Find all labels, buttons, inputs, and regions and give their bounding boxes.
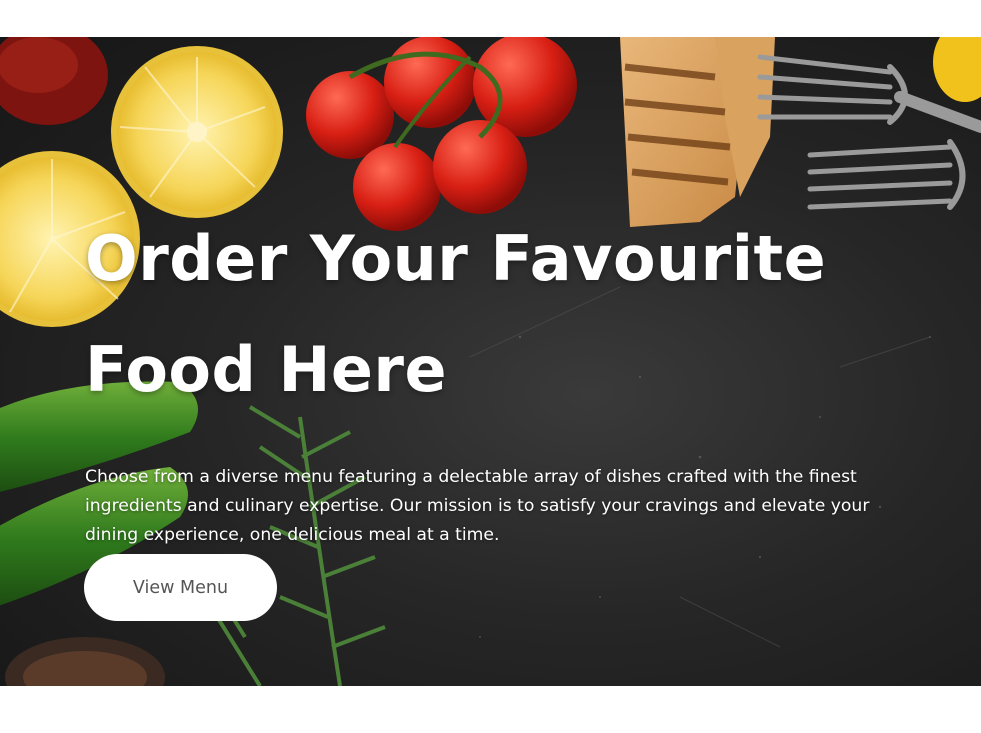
hero-content: Order Your Favourite Food Here Choose fr…	[85, 203, 905, 550]
hero-title-line-2: Food Here	[85, 333, 448, 406]
hero-title-line-1: Order Your Favourite	[85, 222, 827, 295]
page: Order Your Favourite Food Here Choose fr…	[0, 0, 981, 733]
hero-description: Choose from a diverse menu featuring a d…	[85, 467, 870, 545]
view-menu-button[interactable]: View Menu	[84, 554, 277, 621]
hero-section: Order Your Favourite Food Here Choose fr…	[0, 37, 981, 686]
hero-title: Order Your Favourite Food Here	[85, 203, 905, 425]
